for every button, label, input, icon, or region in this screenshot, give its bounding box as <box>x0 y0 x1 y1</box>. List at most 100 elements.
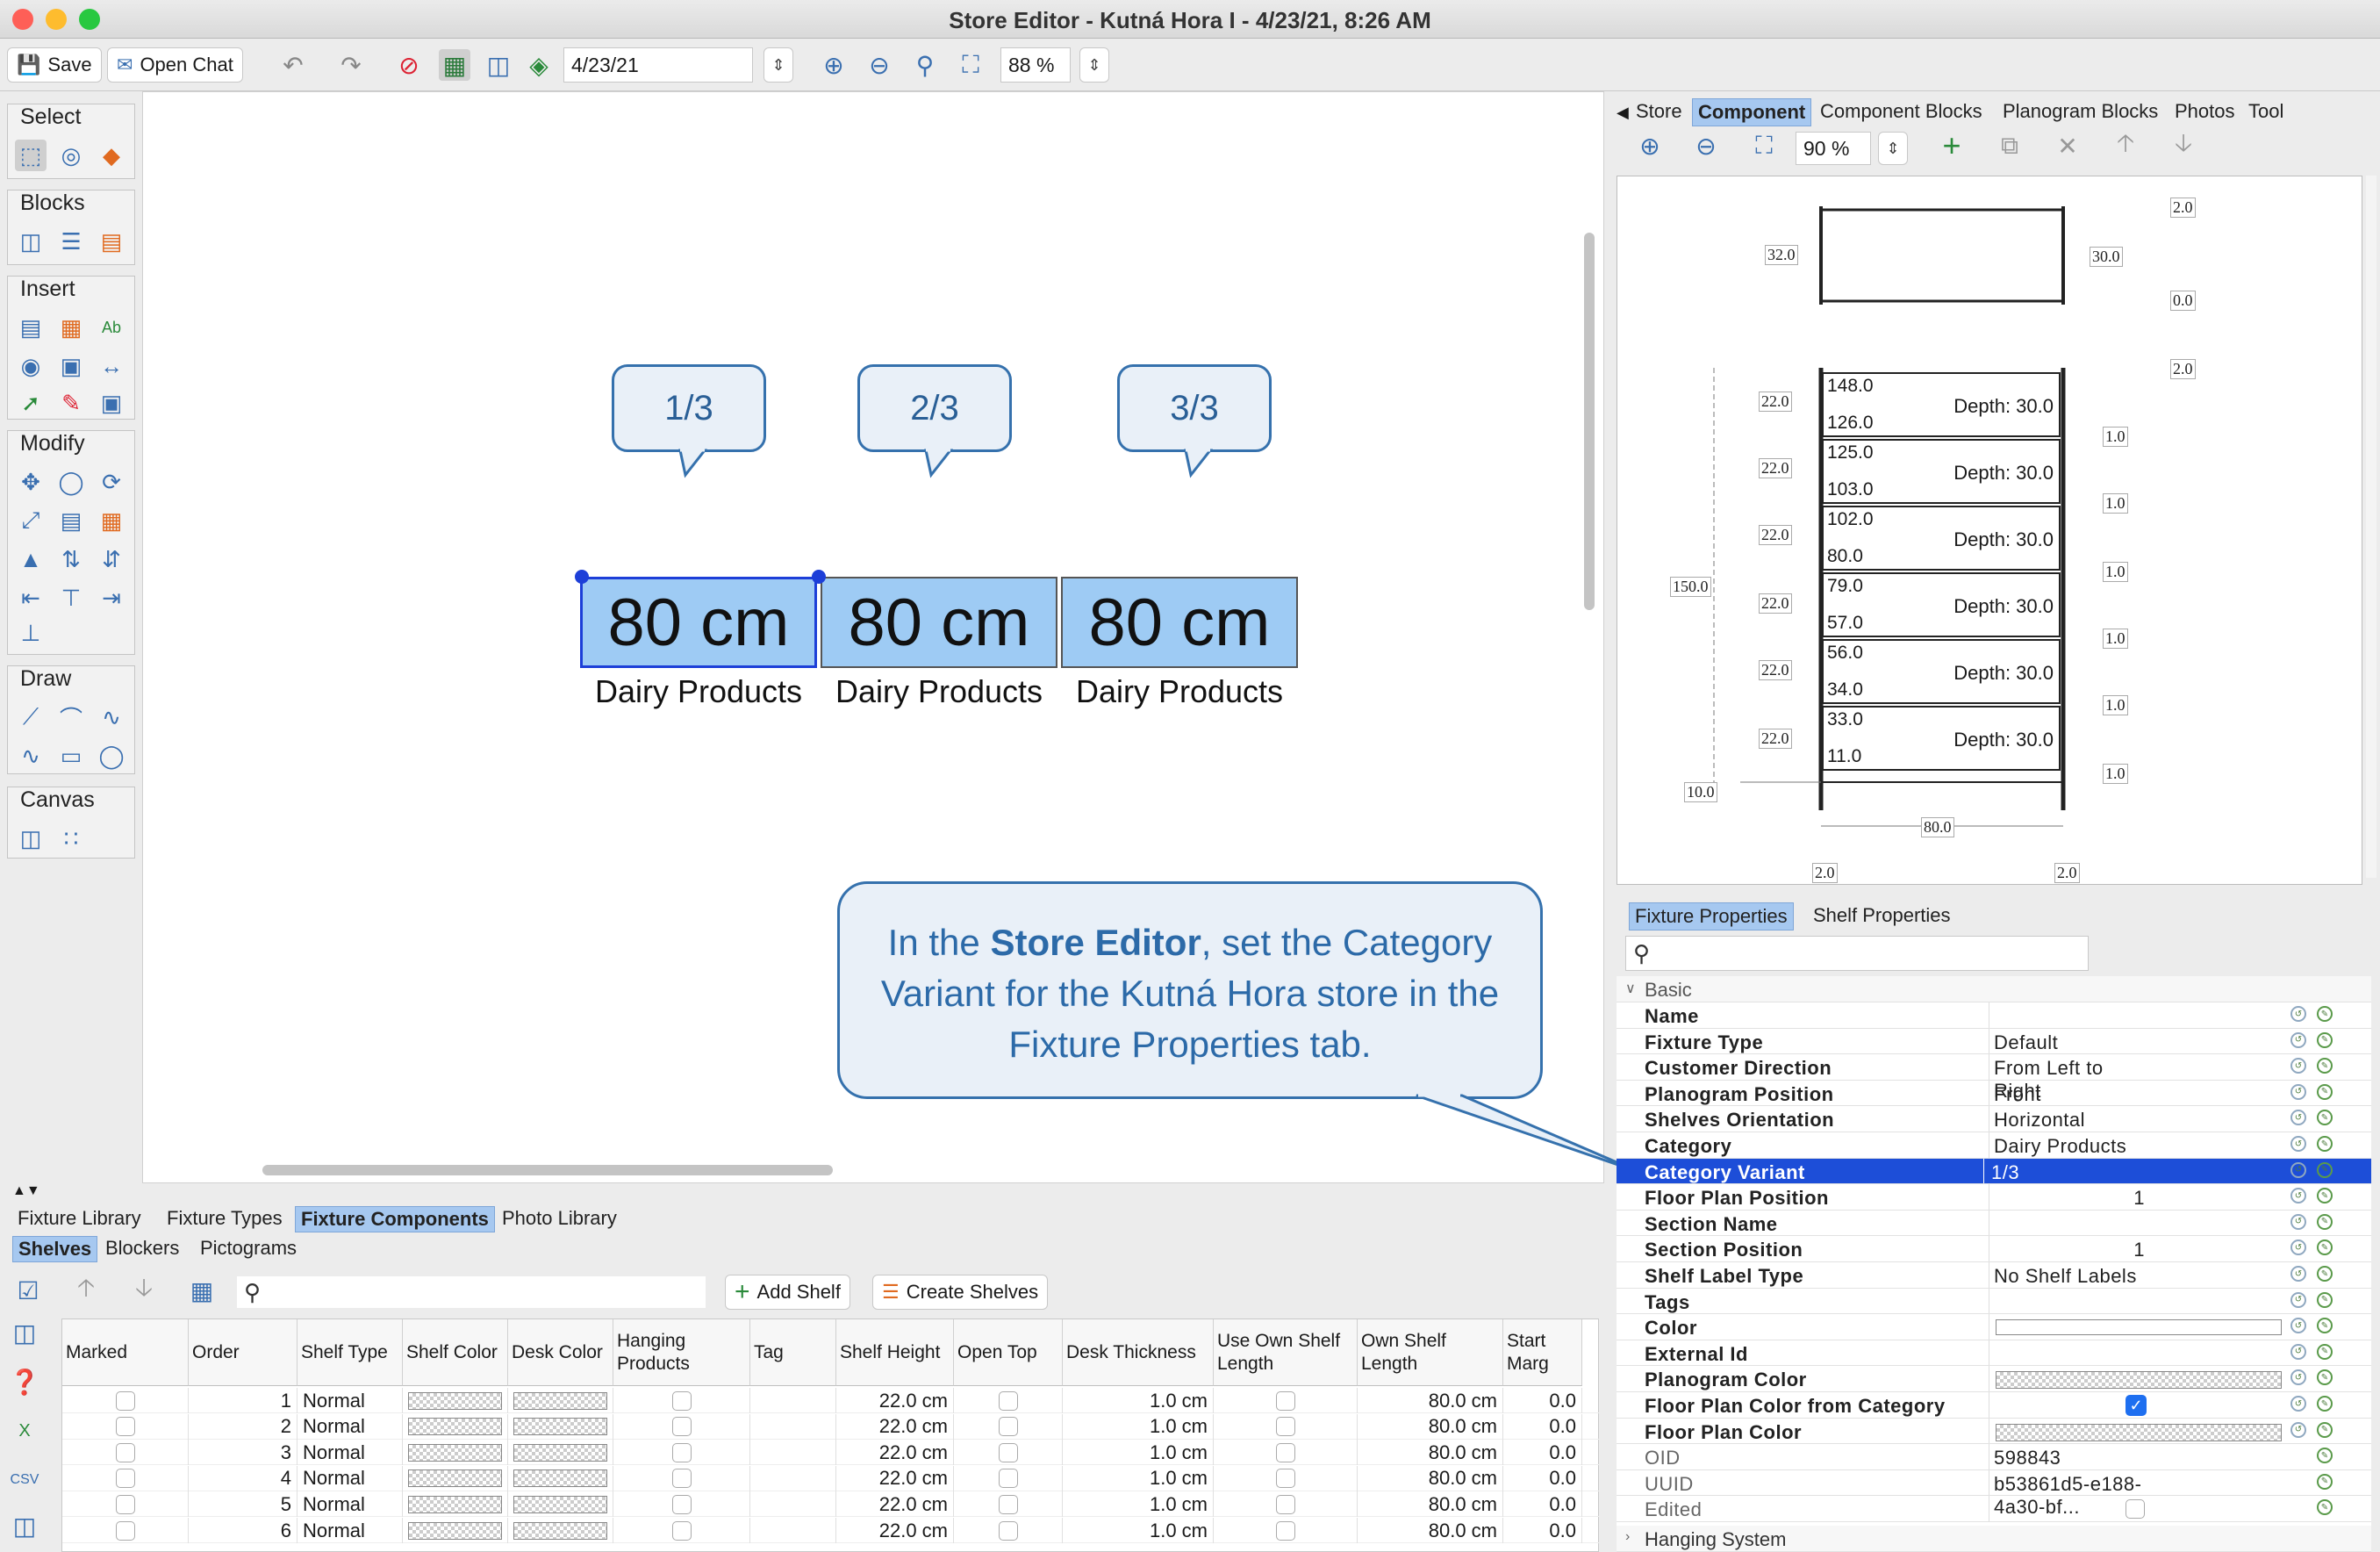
align-edge-icon[interactable]: ⇤ <box>15 582 47 614</box>
preview-scrollbar[interactable] <box>2366 176 2376 878</box>
edit-value-icon[interactable]: ✎ <box>2317 1266 2333 1282</box>
property-row-tags[interactable]: Tags ↺ ✎ <box>1617 1288 2371 1315</box>
tab-fixture-properties[interactable]: Fixture Properties <box>1629 902 1794 930</box>
distribute-v-icon[interactable]: ⇵ <box>96 543 127 575</box>
align-top-icon[interactable]: ⊤ <box>55 582 87 614</box>
property-row-shelves-orientation[interactable]: Shelves Orientation Horizontal ↺ ✎ <box>1617 1106 2371 1132</box>
column-header[interactable]: Shelf Height <box>836 1319 954 1386</box>
preview-shelf-2[interactable]: 125.0 103.0 Depth: 30.0 <box>1822 439 2061 504</box>
property-row-section-position[interactable]: Section Position 1 ↺ ✎ <box>1617 1236 2371 1262</box>
checkbox-checked-icon[interactable]: ✓ <box>2126 1395 2147 1416</box>
reset-value-icon[interactable]: ↺ <box>2290 1213 2306 1230</box>
move-up-icon[interactable]: 🡡 <box>2110 129 2141 162</box>
property-value[interactable]: 598843 <box>1994 1447 2147 1469</box>
move-down-icon[interactable]: 🡣 <box>2168 129 2199 162</box>
column-header[interactable]: Shelf Color <box>403 1319 508 1386</box>
row-checkbox[interactable] <box>998 1520 1018 1541</box>
create-shelves-button[interactable]: ☰ Create Shelves <box>872 1275 1049 1310</box>
zoom-in-icon[interactable]: ⊕ <box>818 49 849 81</box>
property-value[interactable]: 1 <box>1745 1239 2145 1261</box>
tab-fixture-types[interactable]: Fixture Types <box>161 1206 288 1231</box>
export-icon[interactable]: ◫ <box>9 1317 40 1348</box>
mirror-icon[interactable]: ▲ <box>15 543 47 575</box>
reset-value-icon[interactable]: ↺ <box>2290 1343 2306 1360</box>
color-swatch[interactable] <box>513 1521 607 1540</box>
preview-shelf-1[interactable]: 148.0 126.0 Depth: 30.0 <box>1822 372 2061 437</box>
redo-icon[interactable]: ↷ <box>335 49 367 81</box>
select-layer-icon[interactable]: ◆ <box>96 140 127 171</box>
property-value[interactable]: Dairy Products <box>1994 1135 2147 1158</box>
reset-value-icon[interactable]: ↺ <box>2290 1421 2306 1438</box>
column-header[interactable]: Desk Color <box>508 1319 613 1386</box>
row-checkbox[interactable] <box>115 1417 135 1437</box>
tab-shelf-properties[interactable]: Shelf Properties <box>1808 902 1956 929</box>
rotate-icon[interactable]: ⟳ <box>96 466 127 498</box>
row-checkbox[interactable] <box>1275 1494 1295 1514</box>
edit-value-icon[interactable]: ✎ <box>2317 1058 2333 1074</box>
group-icon[interactable]: ◯ <box>55 466 87 498</box>
reset-value-icon[interactable]: ↺ <box>2290 1188 2306 1204</box>
insert-line-icon[interactable]: ➚ <box>15 387 47 419</box>
edit-value-icon[interactable]: ✎ <box>2317 1188 2333 1204</box>
property-row-floor-plan-color-from-category[interactable]: Floor Plan Color from Category ✓ ↺ ✎ <box>1617 1392 2371 1419</box>
tab-shelves[interactable]: Shelves <box>12 1236 98 1262</box>
property-row-floor-plan-color[interactable]: Floor Plan Color ↺ ✎ <box>1617 1418 2371 1445</box>
table-row[interactable]: 6 Normal 22.0 cm 1.0 cm 80.0 cm 0.0 <box>62 1518 1600 1543</box>
color-swatch[interactable] <box>408 1443 502 1462</box>
tab-store[interactable]: Store <box>1631 98 1688 125</box>
edit-value-icon[interactable]: ✎ <box>2317 1318 2333 1334</box>
preview-shelf-4[interactable]: 79.0 57.0 Depth: 30.0 <box>1822 572 2061 637</box>
row-checkbox[interactable] <box>671 1442 692 1462</box>
edit-value-icon[interactable]: ✎ <box>2317 1448 2333 1464</box>
horizontal-scrollbar[interactable] <box>262 1165 833 1175</box>
align-bottom-icon[interactable]: ⊥ <box>15 617 47 649</box>
draw-line-icon[interactable]: ⟋ <box>15 701 47 733</box>
import-icon[interactable]: ◫ <box>9 1510 40 1541</box>
row-checkbox[interactable] <box>115 1520 135 1541</box>
edit-value-icon[interactable]: ✎ <box>2317 1213 2333 1230</box>
edit-value-icon[interactable]: ✎ <box>2317 1396 2333 1412</box>
draw-arc-icon[interactable]: ⌒ <box>55 701 87 733</box>
reset-value-icon[interactable]: ↺ <box>2290 1396 2306 1412</box>
layers-icon[interactable]: ◈ <box>523 49 555 81</box>
color-swatch[interactable] <box>513 1443 607 1462</box>
draw-circle-icon[interactable]: ◯ <box>96 740 127 772</box>
component-zoom-out-icon[interactable]: ⊖ <box>1690 130 1722 162</box>
row-checkbox[interactable] <box>998 1390 1018 1411</box>
group-basic[interactable]: ∨ Basic <box>1617 976 2371 1002</box>
selection-handle-left[interactable] <box>575 570 589 584</box>
delete-icon[interactable]: ✕ <box>2052 130 2083 162</box>
edit-value-icon[interactable]: ✎ <box>2317 1499 2333 1516</box>
color-swatch[interactable] <box>513 1495 607 1513</box>
edit-value-icon[interactable]: ✎ <box>2317 1110 2333 1126</box>
component-zoom-stepper[interactable]: ⇕ <box>1878 132 1908 165</box>
edit-value-icon[interactable]: ✎ <box>2317 1031 2333 1048</box>
property-row-shelf-label-type[interactable]: Shelf Label Type No Shelf Labels ↺ ✎ <box>1617 1262 2371 1289</box>
color-swatch[interactable] <box>513 1418 607 1436</box>
grid-view-icon[interactable]: ▦ <box>439 49 470 81</box>
column-header[interactable]: Desk Thickness <box>1063 1319 1214 1386</box>
edit-value-icon[interactable]: ✎ <box>2317 1473 2333 1490</box>
row-checkbox[interactable] <box>1275 1442 1295 1462</box>
row-checkbox[interactable] <box>671 1520 692 1541</box>
edit-value-icon[interactable]: ✎ <box>2317 1006 2333 1022</box>
insert-text-icon[interactable]: Ab <box>96 312 127 343</box>
column-header[interactable]: Start Marg <box>1503 1319 1582 1386</box>
insert-image-icon[interactable]: ▣ <box>96 387 127 419</box>
property-row-customer-direction[interactable]: Customer Direction From Left to Right ↺ ✎ <box>1617 1054 2371 1102</box>
date-stepper[interactable]: ⇕ <box>763 47 793 83</box>
property-value[interactable]: Horizontal <box>1994 1109 2147 1132</box>
reset-value-icon[interactable]: ↺ <box>2290 1369 2306 1386</box>
property-row-floor-plan-position[interactable]: Floor Plan Position 1 ↺ ✎ <box>1617 1184 2371 1211</box>
row-checkbox[interactable] <box>998 1417 1018 1437</box>
distribute-h-icon[interactable]: ⇅ <box>55 543 87 575</box>
zoom-field[interactable]: 88 % <box>1000 47 1071 83</box>
insert-dimension-icon[interactable]: ↔ <box>96 350 127 382</box>
block-stack-icon[interactable]: ☰ <box>55 226 87 257</box>
color-swatch[interactable] <box>408 1418 502 1436</box>
collapse-left-icon[interactable]: ◀ <box>1617 104 1629 122</box>
select-all-icon[interactable]: ☑ <box>12 1275 44 1306</box>
preview-shelf-6[interactable]: 33.0 11.0 Depth: 30.0 <box>1822 706 2061 771</box>
insert-panel-icon[interactable]: ▣ <box>55 350 87 382</box>
property-value[interactable]: Front <box>1994 1083 2147 1106</box>
